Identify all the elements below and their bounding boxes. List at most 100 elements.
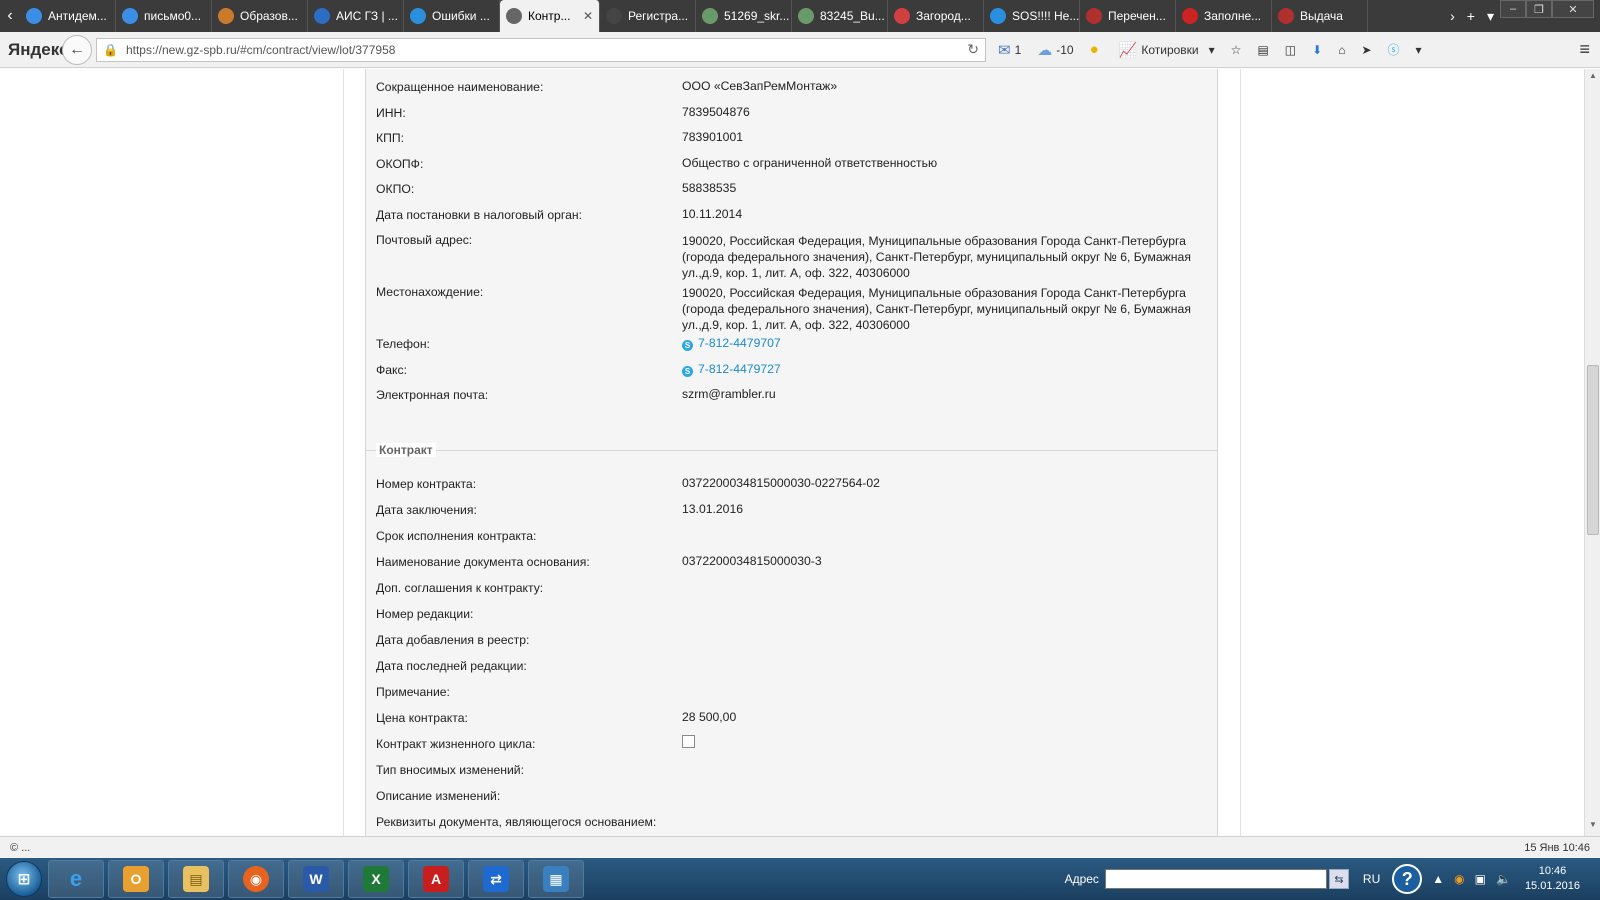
- contract-field-row: Доп. соглашения к контракту:: [376, 581, 1206, 595]
- contract-field-row: Цена контракта: 28 500,00: [376, 710, 1206, 725]
- menu-icon[interactable]: ≡: [1579, 39, 1590, 60]
- browser-tab[interactable]: Перечен...: [1080, 0, 1176, 32]
- field-label: Телефон:: [376, 337, 430, 351]
- acrobat-taskbar-button[interactable]: A: [408, 860, 464, 898]
- field-label: Дата постановки в налоговый орган:: [376, 208, 582, 222]
- tabs-scroll-left-icon[interactable]: ‹: [0, 0, 20, 32]
- tabs-scroll-right-icon[interactable]: ›: [1444, 8, 1461, 24]
- tab-label: Ошибки ...: [432, 9, 490, 23]
- download-icon[interactable]: ⬇: [1312, 43, 1322, 57]
- weather-button[interactable]: ☁ -10: [1037, 41, 1073, 59]
- tab-list-dropdown-icon[interactable]: ▾: [1481, 8, 1500, 25]
- word-icon: W: [303, 866, 329, 892]
- vertical-scrollbar[interactable]: ▲ ▼: [1584, 69, 1600, 836]
- overflow-dropdown-icon[interactable]: ▾: [1416, 43, 1422, 57]
- field-value: 783901001: [682, 130, 744, 144]
- browser-tab[interactable]: Регистра...: [600, 0, 696, 32]
- field-label: Номер контракта:: [376, 477, 477, 491]
- go-icon[interactable]: ⇆: [1328, 869, 1349, 889]
- volume-icon[interactable]: 🔈: [1496, 872, 1511, 886]
- field-value: 58838535: [682, 181, 737, 195]
- minimize-icon[interactable]: –: [1500, 0, 1526, 18]
- tab-label: Образов...: [240, 9, 298, 23]
- field-value: [682, 527, 1206, 543]
- quotes-dropdown-icon[interactable]: ▾: [1209, 43, 1215, 57]
- skype-call-icon[interactable]: S: [682, 340, 693, 351]
- browser-tab[interactable]: АИС ГЗ | ...: [308, 0, 404, 32]
- excel-icon: X: [363, 866, 389, 892]
- url-text[interactable]: https://new.gz-spb.ru/#cm/contract/view/…: [126, 43, 967, 57]
- back-button[interactable]: ←: [62, 34, 92, 65]
- show-hidden-icons-icon[interactable]: ▲: [1432, 872, 1444, 886]
- browser-tab[interactable]: Заполне...: [1176, 0, 1272, 32]
- close-window-icon[interactable]: ✕: [1552, 0, 1594, 18]
- phone-link[interactable]: 7-812-4479707: [698, 336, 781, 350]
- reading-list-icon[interactable]: ▤: [1257, 43, 1268, 57]
- teamviewer-icon: ⇄: [483, 866, 509, 892]
- browser-tab[interactable]: 83245_Bu...: [792, 0, 888, 32]
- mail-button[interactable]: ✉ 1: [998, 41, 1021, 59]
- org-field-row: Телефон: S 7-812-4479707: [376, 336, 1206, 351]
- ie-taskbar-button[interactable]: e: [48, 860, 104, 898]
- quotes-button[interactable]: 📈 Котировки ▾: [1119, 41, 1215, 59]
- tray-app-icon[interactable]: ◉: [1454, 872, 1464, 886]
- browser-tab[interactable]: Ошибки ...: [404, 0, 500, 32]
- send-icon[interactable]: ➤: [1361, 43, 1371, 57]
- bookmark-star-icon[interactable]: ☆: [1231, 43, 1242, 57]
- fax-link[interactable]: 7-812-4479727: [698, 362, 781, 376]
- close-tab-icon[interactable]: ✕: [583, 9, 593, 23]
- lifecycle-checkbox[interactable]: [682, 735, 695, 748]
- skype-call-icon[interactable]: S: [682, 366, 693, 377]
- explorer-taskbar-button[interactable]: ▤: [168, 860, 224, 898]
- browser-tab[interactable]: письмо0...: [116, 0, 212, 32]
- address-bar[interactable]: 🔒 https://new.gz-spb.ru/#cm/contract/vie…: [96, 37, 986, 62]
- system-clock[interactable]: 10:46 15.01.2016: [1525, 864, 1580, 894]
- field-value: [682, 683, 1206, 699]
- browser-tab[interactable]: Выдача: [1272, 0, 1368, 32]
- language-indicator[interactable]: RU: [1363, 872, 1380, 886]
- field-value: [682, 605, 1206, 621]
- excel-taskbar-button[interactable]: X: [348, 860, 404, 898]
- taskbar-address-input[interactable]: [1104, 869, 1327, 889]
- field-value: ООО «СевЗапРемМонтаж»: [682, 79, 838, 93]
- browser-tab[interactable]: Загород...: [888, 0, 984, 32]
- start-button[interactable]: ⊞: [0, 858, 48, 900]
- help-icon[interactable]: ?: [1392, 864, 1423, 894]
- scroll-down-icon[interactable]: ▼: [1585, 820, 1600, 834]
- tab-favicon-icon: [314, 8, 330, 24]
- reload-icon[interactable]: ↻: [967, 41, 979, 58]
- network-taskbar-button[interactable]: ▦: [528, 860, 584, 898]
- tray-network-icon[interactable]: ▣: [1475, 872, 1486, 886]
- browser-tab[interactable]: Образов...: [212, 0, 308, 32]
- home-icon[interactable]: ⌂: [1338, 43, 1345, 57]
- traffic-button[interactable]: ●: [1090, 41, 1103, 58]
- quotes-label: Котировки: [1141, 42, 1199, 57]
- field-label: Описание изменений:: [376, 789, 501, 803]
- contract-legend: Контракт: [376, 443, 436, 457]
- field-value: [682, 579, 1206, 595]
- field-label: Номер редакции:: [376, 607, 474, 621]
- browser-tab[interactable]: Антидем...: [20, 0, 116, 32]
- browser-tab[interactable]: 51269_skr...: [696, 0, 792, 32]
- status-left: © ...: [10, 841, 31, 854]
- new-tab-icon[interactable]: +: [1461, 8, 1481, 24]
- skype-icon[interactable]: ⓢ: [1388, 41, 1400, 58]
- tab-label: Перечен...: [1108, 9, 1166, 23]
- pocket-icon[interactable]: ◫: [1285, 43, 1296, 57]
- tab-favicon-icon: [26, 8, 42, 24]
- contract-field-row: Дата заключения: 13.01.2016: [376, 502, 1206, 517]
- scroll-up-icon[interactable]: ▲: [1585, 71, 1600, 85]
- word-taskbar-button[interactable]: W: [288, 860, 344, 898]
- browser-tab[interactable]: SOS!!!! Не...: [984, 0, 1080, 32]
- browser-tab[interactable]: Контр... ✕: [500, 0, 600, 32]
- teamviewer-taskbar-button[interactable]: ⇄: [468, 860, 524, 898]
- firefox-taskbar-button[interactable]: ◉: [228, 860, 284, 898]
- restore-icon[interactable]: ❐: [1526, 0, 1552, 18]
- field-label: Факс:: [376, 363, 407, 377]
- contract-field-row: Срок исполнения контракта:: [376, 529, 1206, 543]
- outlook-taskbar-button[interactable]: O: [108, 860, 164, 898]
- contract-field-row: Наименование документа основания: 0372200…: [376, 554, 1206, 569]
- yandex-logo[interactable]: Яндекс: [0, 40, 68, 60]
- scrollbar-thumb[interactable]: [1587, 365, 1599, 535]
- mail-count: 1: [1014, 42, 1022, 57]
